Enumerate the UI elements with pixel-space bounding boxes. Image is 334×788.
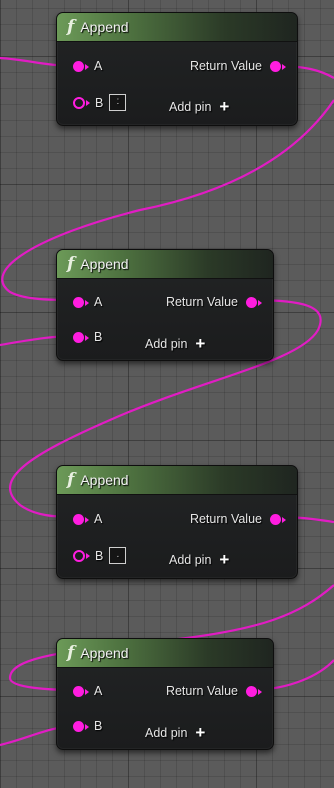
- return-value-label: Return Value: [165, 684, 238, 698]
- node-title: Append: [80, 472, 129, 488]
- append-node-3[interactable]: f Append A Return Value B . Add pin +: [56, 465, 298, 579]
- pin-b-row[interactable]: B: [73, 719, 102, 733]
- return-value-row[interactable]: Return Value: [189, 512, 286, 526]
- pin-b-row[interactable]: B .: [73, 547, 127, 564]
- pin-b-label: B: [95, 95, 104, 110]
- pin-a-connector[interactable]: [73, 685, 89, 697]
- add-pin-button[interactable]: Add pin +: [145, 723, 205, 743]
- pin-a-row[interactable]: A: [73, 59, 102, 73]
- return-value-row[interactable]: Return Value: [165, 295, 262, 309]
- return-value-label: Return Value: [165, 295, 238, 309]
- plus-icon[interactable]: +: [219, 550, 229, 570]
- add-pin-label: Add pin: [145, 337, 188, 351]
- pin-b-row[interactable]: B: [73, 330, 102, 344]
- pin-b-label: B: [94, 330, 103, 344]
- pin-b-row[interactable]: B :: [73, 94, 127, 111]
- function-icon: f: [67, 469, 75, 490]
- return-value-label: Return Value: [189, 59, 262, 73]
- add-pin-label: Add pin: [169, 100, 212, 114]
- node-title: Append: [80, 645, 129, 661]
- return-value-connector[interactable]: [246, 296, 262, 308]
- function-icon: f: [67, 253, 75, 274]
- append-node-4[interactable]: f Append A Return Value B Add pin +: [56, 638, 274, 750]
- function-icon: f: [67, 16, 75, 37]
- append-node-2[interactable]: f Append A Return Value B Add pin +: [56, 249, 274, 361]
- add-pin-button[interactable]: Add pin +: [169, 550, 229, 570]
- pin-a-label: A: [94, 295, 103, 309]
- pin-b-connector[interactable]: [73, 549, 90, 562]
- pin-a-row[interactable]: A: [73, 295, 102, 309]
- return-value-label: Return Value: [189, 512, 262, 526]
- add-pin-button[interactable]: Add pin +: [145, 334, 205, 354]
- node-title: Append: [80, 19, 129, 35]
- node-header[interactable]: f Append: [57, 13, 297, 42]
- pin-a-connector[interactable]: [73, 60, 89, 72]
- pin-b-connector[interactable]: [73, 331, 89, 343]
- pin-a-connector[interactable]: [73, 513, 89, 525]
- plus-icon[interactable]: +: [195, 723, 205, 743]
- add-pin-label: Add pin: [145, 726, 188, 740]
- pin-b-label: B: [94, 719, 103, 733]
- return-value-row[interactable]: Return Value: [189, 59, 286, 73]
- node-header[interactable]: f Append: [57, 250, 273, 279]
- node-header[interactable]: f Append: [57, 639, 273, 668]
- function-icon: f: [67, 642, 75, 663]
- node-header[interactable]: f Append: [57, 466, 297, 495]
- pin-a-row[interactable]: A: [73, 684, 102, 698]
- blueprint-graph-canvas[interactable]: f Append A Return Value B : Add pin + f …: [0, 0, 334, 788]
- pin-b-label: B: [95, 548, 104, 563]
- pin-a-label: A: [94, 512, 103, 526]
- node-title: Append: [80, 256, 129, 272]
- pin-a-label: A: [94, 59, 103, 73]
- pin-b-default-input[interactable]: .: [109, 547, 127, 564]
- return-value-connector[interactable]: [270, 60, 286, 72]
- pin-a-label: A: [94, 684, 103, 698]
- pin-a-row[interactable]: A: [73, 512, 102, 526]
- pin-b-default-input[interactable]: :: [109, 94, 127, 111]
- add-pin-label: Add pin: [169, 553, 212, 567]
- pin-a-connector[interactable]: [73, 296, 89, 308]
- return-value-connector[interactable]: [246, 685, 262, 697]
- return-value-row[interactable]: Return Value: [165, 684, 262, 698]
- pin-b-connector[interactable]: [73, 96, 90, 109]
- append-node-1[interactable]: f Append A Return Value B : Add pin +: [56, 12, 298, 126]
- return-value-connector[interactable]: [270, 513, 286, 525]
- pin-b-connector[interactable]: [73, 720, 89, 732]
- add-pin-button[interactable]: Add pin +: [169, 97, 229, 117]
- plus-icon[interactable]: +: [195, 334, 205, 354]
- plus-icon[interactable]: +: [219, 97, 229, 117]
